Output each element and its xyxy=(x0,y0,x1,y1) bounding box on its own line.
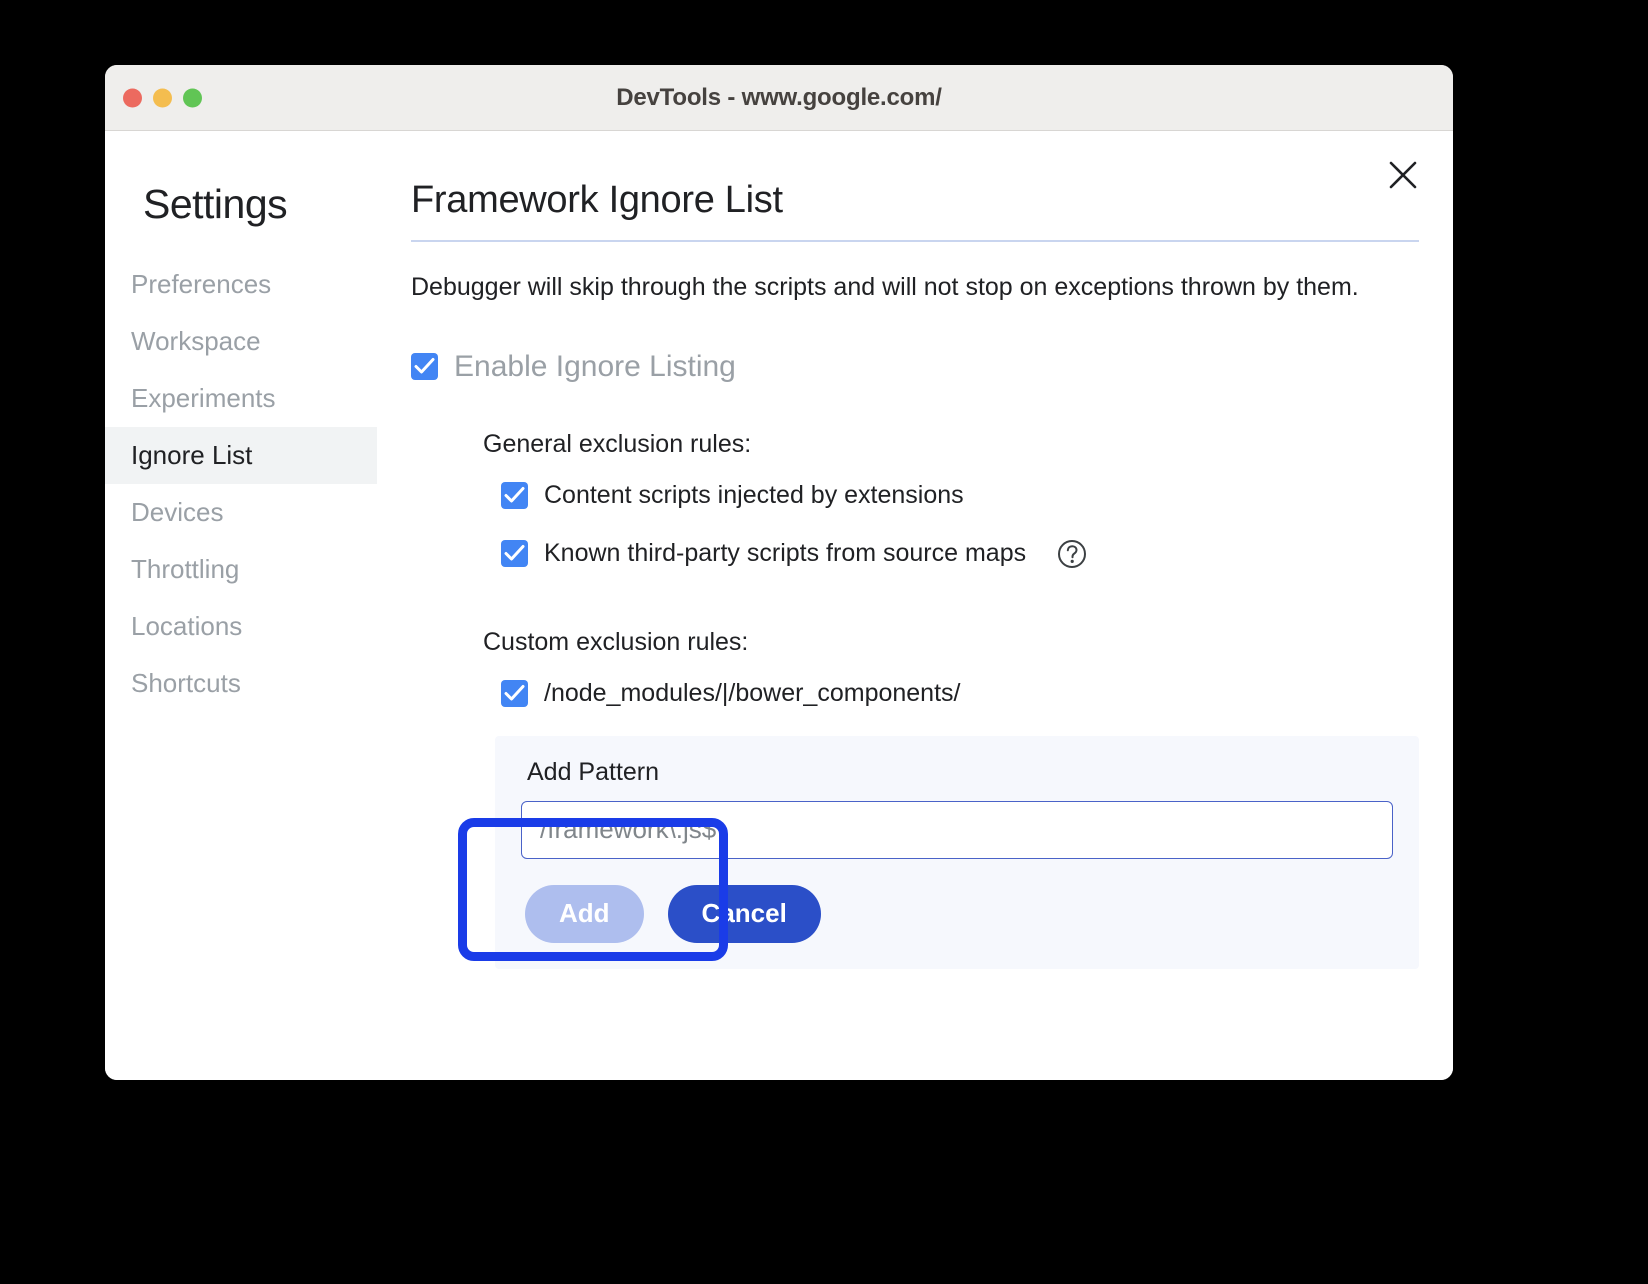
sidebar-item-devices[interactable]: Devices xyxy=(105,484,377,541)
traffic-light-group xyxy=(123,88,202,107)
section-spacer xyxy=(483,598,1419,628)
add-pattern-caption: Add Pattern xyxy=(527,758,1393,787)
page-title: Framework Ignore List xyxy=(411,179,1419,222)
sidebar-item-throttling[interactable]: Throttling xyxy=(105,541,377,598)
check-icon xyxy=(504,544,525,563)
sidebar-title: Settings xyxy=(105,181,377,228)
sidebar-item-ignore-list[interactable]: Ignore List xyxy=(105,427,377,484)
check-icon xyxy=(414,357,435,376)
rule-third-party-row[interactable]: Known third-party scripts from source ma… xyxy=(483,538,1419,570)
check-icon xyxy=(504,486,525,505)
maximize-window-button[interactable] xyxy=(183,88,202,107)
exclusion-rules-container: General exclusion rules: Content scripts… xyxy=(411,430,1419,969)
rule-content-scripts-label[interactable]: Content scripts injected by extensions xyxy=(544,481,964,510)
help-icon[interactable] xyxy=(1056,538,1088,570)
panel-description: Debugger will skip through the scripts a… xyxy=(411,270,1419,306)
rule-third-party-label[interactable]: Known third-party scripts from source ma… xyxy=(544,539,1026,568)
check-icon xyxy=(504,684,525,703)
general-exclusion-heading: General exclusion rules: xyxy=(483,430,1419,459)
sidebar-item-locations[interactable]: Locations xyxy=(105,598,377,655)
minimize-window-button[interactable] xyxy=(153,88,172,107)
add-pattern-panel: Add Pattern Add Cancel xyxy=(495,736,1419,969)
sidebar-item-experiments[interactable]: Experiments xyxy=(105,370,377,427)
settings-sidebar: Settings Preferences Workspace Experimen… xyxy=(105,131,377,1080)
enable-ignore-listing-checkbox[interactable] xyxy=(411,353,438,380)
custom-pattern-row[interactable]: /node_modules/|/bower_components/ xyxy=(483,679,1419,708)
close-window-button[interactable] xyxy=(123,88,142,107)
sidebar-list: Preferences Workspace Experiments Ignore… xyxy=(105,256,377,712)
rule-content-scripts-row[interactable]: Content scripts injected by extensions xyxy=(483,481,1419,510)
sidebar-item-shortcuts[interactable]: Shortcuts xyxy=(105,655,377,712)
enable-ignore-listing-row[interactable]: Enable Ignore Listing xyxy=(411,350,1419,384)
sidebar-item-workspace[interactable]: Workspace xyxy=(105,313,377,370)
window-titlebar: DevTools - www.google.com/ xyxy=(105,65,1453,131)
devtools-window: DevTools - www.google.com/ Settings Pref… xyxy=(105,65,1453,1080)
add-pattern-buttons: Add Cancel xyxy=(521,885,1393,943)
window-title: DevTools - www.google.com/ xyxy=(105,84,1453,112)
custom-pattern-label[interactable]: /node_modules/|/bower_components/ xyxy=(544,679,960,708)
settings-dialog: Settings Preferences Workspace Experimen… xyxy=(105,131,1453,1080)
enable-ignore-listing-label[interactable]: Enable Ignore Listing xyxy=(454,350,736,384)
add-pattern-input[interactable] xyxy=(521,801,1393,859)
add-button[interactable]: Add xyxy=(525,885,644,943)
rule-content-scripts-checkbox[interactable] xyxy=(501,482,528,509)
sidebar-item-preferences[interactable]: Preferences xyxy=(105,256,377,313)
custom-pattern-checkbox[interactable] xyxy=(501,680,528,707)
close-icon[interactable] xyxy=(1381,153,1425,197)
rule-third-party-checkbox[interactable] xyxy=(501,540,528,567)
custom-exclusion-heading: Custom exclusion rules: xyxy=(483,628,1419,657)
cancel-button[interactable]: Cancel xyxy=(668,885,821,943)
ignore-list-panel: Framework Ignore List Debugger will skip… xyxy=(377,131,1453,1080)
title-divider xyxy=(411,240,1419,242)
